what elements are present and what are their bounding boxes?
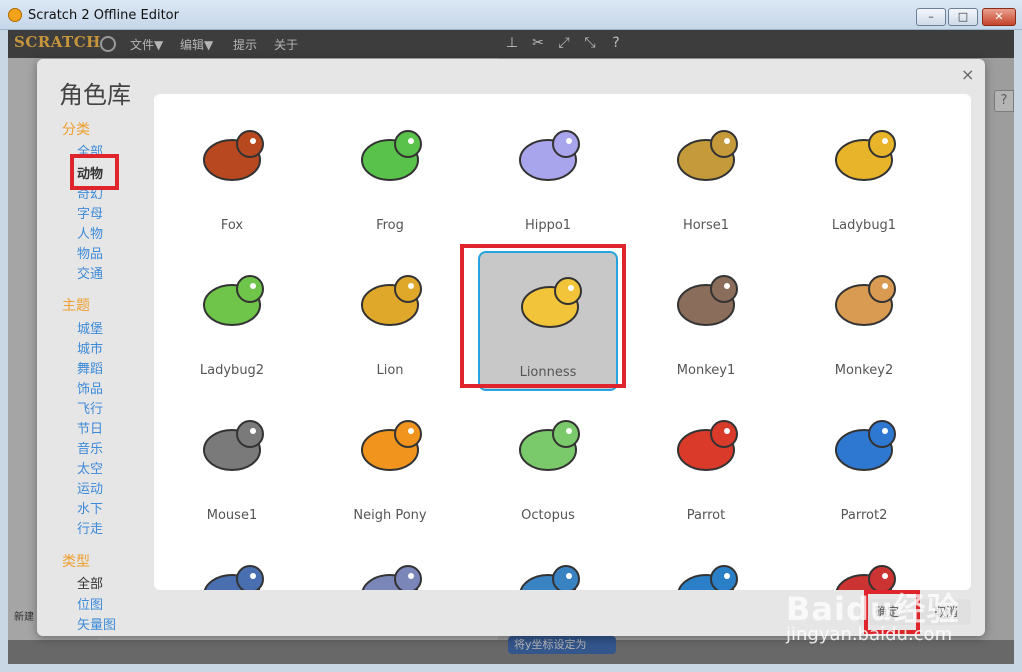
watermark-url: jingyan.baidu.com [786, 624, 953, 645]
sprite-name: Parrot [686, 508, 726, 523]
theme-sports[interactable]: 运动 [77, 478, 103, 497]
theme-flying[interactable]: 飞行 [77, 398, 103, 417]
grow-icon[interactable]: ⤢ [556, 35, 572, 51]
category-header: 分类 [62, 122, 90, 138]
theme-holiday[interactable]: 节日 [77, 418, 103, 437]
menu-file[interactable]: 文件▼ [130, 36, 163, 53]
sprite-thumbnail-icon [519, 130, 580, 181]
sprite-name: Fox [220, 218, 244, 233]
menu-about[interactable]: 关于 [274, 36, 298, 53]
sprite-tile[interactable]: Ladybug1 [794, 106, 934, 246]
sprite-thumbnail-icon [677, 565, 738, 590]
sprite-name: Monkey1 [676, 363, 736, 378]
sprite-tile[interactable]: Hippo1 [478, 106, 618, 246]
scratch-logo[interactable]: SCRATCH [14, 33, 101, 51]
sprite-tile[interactable] [794, 541, 934, 590]
dialog-close-icon[interactable]: × [961, 65, 974, 84]
sprite-thumbnail-icon [677, 420, 738, 471]
sprite-thumbnail-icon [519, 565, 580, 590]
maximize-button[interactable]: □ [948, 8, 978, 26]
sprite-name: Ladybug1 [831, 218, 897, 233]
sprite-name: Hippo1 [524, 218, 572, 233]
theme-header: 主题 [62, 298, 90, 314]
type-all[interactable]: 全部 [77, 573, 103, 592]
sprite-name: Lion [376, 363, 404, 378]
menu-tips[interactable]: 提示 [233, 36, 257, 53]
theme-castle[interactable]: 城堡 [77, 318, 103, 337]
sprite-thumbnail-icon [361, 565, 422, 590]
type-vector[interactable]: 矢量图 [77, 614, 116, 633]
sprite-thumbnail-icon [361, 420, 422, 471]
category-people[interactable]: 人物 [77, 223, 103, 242]
delete-scissors-icon[interactable]: ✂ [530, 35, 546, 51]
sprite-thumbnail-icon [677, 130, 738, 181]
shrink-icon[interactable]: ⤡ [582, 35, 598, 51]
highlight-lionness [460, 244, 626, 388]
sprite-tile[interactable]: Lion [320, 251, 460, 391]
sprite-thumbnail-icon [361, 275, 422, 326]
theme-underwater[interactable]: 水下 [77, 498, 103, 517]
type-bitmap[interactable]: 位图 [77, 594, 103, 613]
theme-city[interactable]: 城市 [77, 338, 103, 357]
globe-icon[interactable] [100, 36, 116, 52]
sprite-thumbnail-icon [203, 130, 264, 181]
highlight-animals [70, 154, 119, 190]
duplicate-stamp-icon[interactable]: ⊥ [504, 35, 520, 51]
window-titlebar: Scratch 2 Offline Editor – □ ✕ [0, 0, 1022, 30]
sprite-thumbnail-icon [677, 275, 738, 326]
category-letters[interactable]: 字母 [77, 203, 103, 222]
sprite-tile[interactable]: Horse1 [636, 106, 776, 246]
sprite-tile[interactable]: Octopus [478, 396, 618, 536]
sprite-tile[interactable]: Parrot2 [794, 396, 934, 536]
sprite-tile[interactable]: Ladybug2 [162, 251, 302, 391]
sprite-tile[interactable]: Neigh Pony [320, 396, 460, 536]
type-header: 类型 [62, 554, 90, 570]
dialog-title: 角色库 [59, 81, 131, 109]
sprite-name: Parrot2 [840, 508, 888, 523]
sprite-tile[interactable] [162, 541, 302, 590]
sprite-thumbnail-icon [835, 275, 896, 326]
theme-dance[interactable]: 舞蹈 [77, 358, 103, 377]
sprite-tile[interactable]: Monkey2 [794, 251, 934, 391]
help-icon[interactable]: ? [608, 35, 624, 51]
theme-space[interactable]: 太空 [77, 458, 103, 477]
theme-dress-up[interactable]: 饰品 [77, 378, 103, 397]
sprite-thumbnail-icon [203, 565, 264, 590]
menubar: SCRATCH 文件▼ 编辑▼ 提示 关于 ⊥ ✂ ⤢ ⤡ ? [8, 30, 1014, 58]
sprite-name: Octopus [521, 508, 575, 523]
sprite-name: Horse1 [682, 218, 730, 233]
window-title: Scratch 2 Offline Editor [28, 8, 179, 23]
minimize-button[interactable]: – [916, 8, 946, 26]
sprite-tile[interactable] [636, 541, 776, 590]
sprite-tile[interactable]: Frog [320, 106, 460, 246]
sprite-name: Frog [376, 218, 404, 233]
sprite-thumbnail-icon [835, 420, 896, 471]
sprite-name: Mouse1 [206, 508, 258, 523]
sprite-tile[interactable] [478, 541, 618, 590]
sprite-name: Neigh Pony [353, 508, 427, 523]
sprite-tile[interactable]: Mouse1 [162, 396, 302, 536]
sprite-tile[interactable]: Parrot [636, 396, 776, 536]
app-icon [8, 8, 22, 22]
menu-edit[interactable]: 编辑▼ [180, 36, 213, 53]
sprite-name: Monkey2 [834, 363, 894, 378]
sprite-tile[interactable]: Monkey1 [636, 251, 776, 391]
theme-walking[interactable]: 行走 [77, 518, 103, 537]
sprite-tile[interactable]: Fox [162, 106, 302, 246]
sprite-thumbnail-icon [835, 130, 896, 181]
sprite-thumbnail-icon [203, 420, 264, 471]
sprite-tile[interactable] [320, 541, 460, 590]
sprite-name: Ladybug2 [199, 363, 265, 378]
sprite-thumbnail-icon [361, 130, 422, 181]
category-things[interactable]: 物品 [77, 243, 103, 262]
sprite-thumbnail-icon [519, 420, 580, 471]
sprite-thumbnail-icon [203, 275, 264, 326]
category-transport[interactable]: 交通 [77, 263, 103, 282]
theme-music[interactable]: 音乐 [77, 438, 103, 457]
close-window-button[interactable]: ✕ [982, 8, 1016, 26]
